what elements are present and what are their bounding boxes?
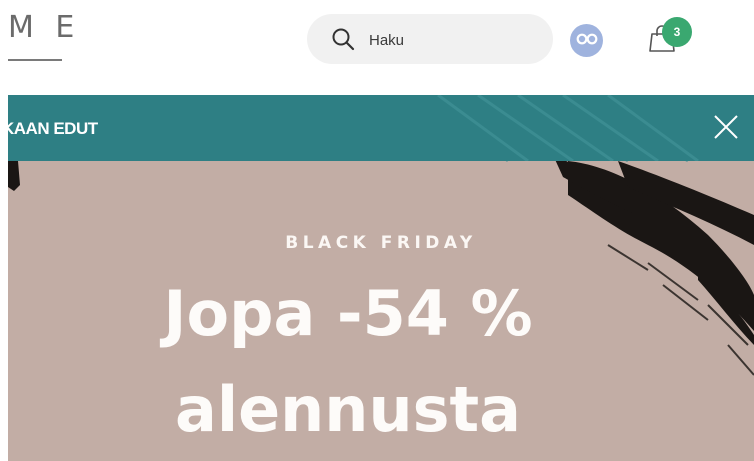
hero-headline-line2: alennusta	[175, 373, 521, 446]
search-icon[interactable]	[331, 27, 355, 56]
search-box[interactable]	[307, 14, 553, 64]
profile-button[interactable]	[570, 24, 603, 57]
promo-bar[interactable]: KAAN EDUT	[8, 95, 754, 161]
site-header: M E 3	[0, 0, 754, 95]
search-input[interactable]	[367, 26, 541, 54]
logo-underline	[8, 59, 62, 61]
promo-bar-text: KAAN EDUT	[8, 119, 98, 138]
cart-count-badge: 3	[662, 17, 692, 47]
hero-banner[interactable]: KAAN EDUT BLACK FRIDAY Jopa -54 % alennu…	[8, 95, 754, 461]
promo-bar-texture	[437, 95, 699, 161]
close-icon[interactable]	[712, 113, 740, 141]
loyalty-infinity-icon	[576, 32, 598, 50]
hero-headline-line1: Jopa -54 %	[163, 277, 533, 350]
hero-eyebrow: BLACK FRIDAY	[285, 233, 477, 253]
logo[interactable]: M E	[8, 10, 80, 45]
